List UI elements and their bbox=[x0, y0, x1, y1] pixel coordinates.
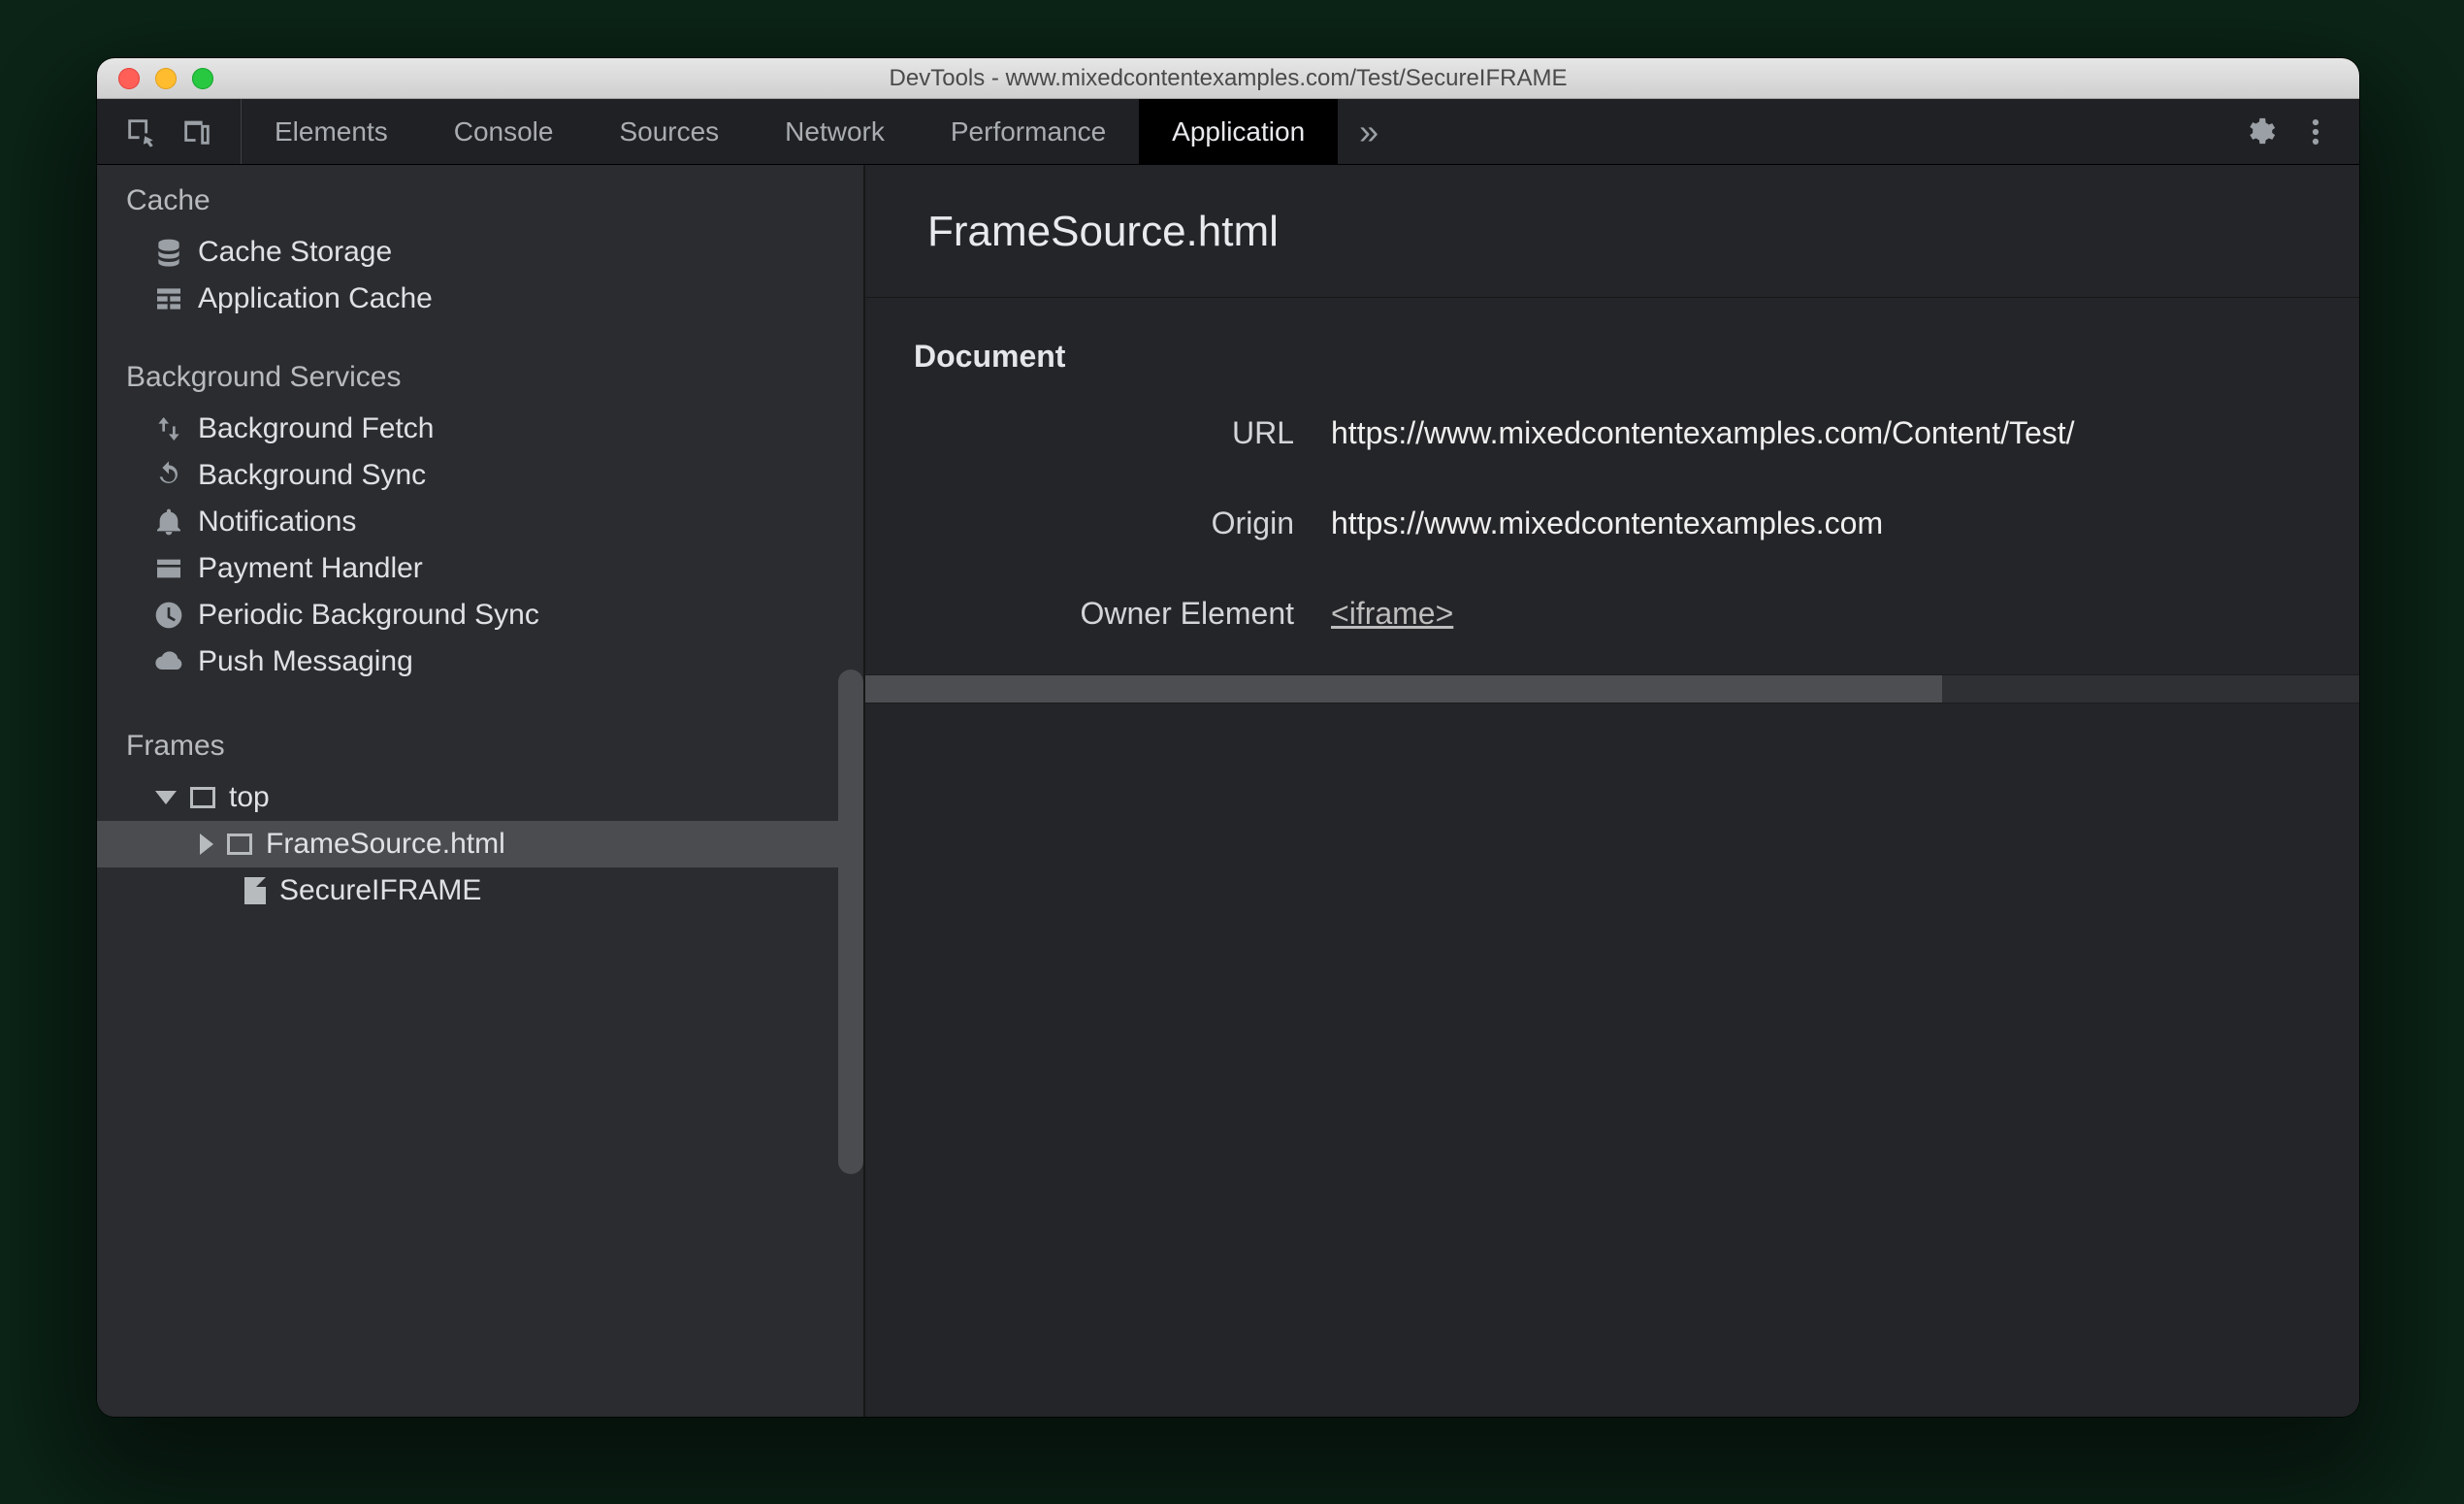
detail-header: FrameSource.html bbox=[865, 165, 2359, 298]
devtools-window: DevTools - www.mixedcontentexamples.com/… bbox=[97, 58, 2359, 1417]
horizontal-scrollbar-thumb[interactable] bbox=[865, 675, 1942, 703]
tab-console[interactable]: Console bbox=[421, 99, 587, 164]
row-url: URL https://www.mixedcontentexamples.com… bbox=[865, 404, 2359, 494]
inspect-element-icon[interactable] bbox=[124, 115, 157, 148]
section-background-services: Background Services bbox=[97, 322, 863, 406]
sidebar-item-push-messaging[interactable]: Push Messaging bbox=[97, 638, 863, 685]
detail-section-title: Document bbox=[865, 298, 2359, 404]
horizontal-scrollbar-track[interactable] bbox=[865, 674, 2359, 703]
tab-application[interactable]: Application bbox=[1139, 99, 1338, 164]
sidebar-item-payment-handler[interactable]: Payment Handler bbox=[97, 545, 863, 592]
frame-label: FrameSource.html bbox=[266, 828, 505, 861]
value-origin: https://www.mixedcontentexamples.com bbox=[1331, 506, 1883, 541]
document-icon bbox=[244, 877, 266, 904]
frame-top[interactable]: top bbox=[97, 774, 863, 821]
application-sidebar: Cache Cache Storage Application Cache Ba… bbox=[97, 165, 863, 1417]
window-title: DevTools - www.mixedcontentexamples.com/… bbox=[97, 65, 2359, 92]
sidebar-item-label: Notifications bbox=[198, 506, 356, 539]
value-url: https://www.mixedcontentexamples.com/Con… bbox=[1331, 415, 2075, 451]
database-icon bbox=[153, 237, 184, 268]
grid-icon bbox=[153, 283, 184, 314]
titlebar: DevTools - www.mixedcontentexamples.com/… bbox=[97, 58, 2359, 99]
sidebar-item-label: Push Messaging bbox=[198, 645, 413, 678]
sidebar-item-periodic-sync[interactable]: Periodic Background Sync bbox=[97, 592, 863, 638]
frame-label: top bbox=[229, 781, 270, 814]
section-frames: Frames bbox=[97, 685, 863, 774]
sidebar-item-label: Payment Handler bbox=[198, 552, 423, 585]
tab-sources[interactable]: Sources bbox=[586, 99, 752, 164]
row-owner-element: Owner Element <iframe> bbox=[865, 584, 2359, 674]
close-window-button[interactable] bbox=[118, 68, 140, 89]
value-owner-element: <iframe> bbox=[1331, 596, 1453, 632]
label-origin: Origin bbox=[865, 506, 1331, 541]
frame-detail-panel: FrameSource.html Document URL https://ww… bbox=[865, 165, 2359, 1417]
devtools-tabstrip: Elements Console Sources Network Perform… bbox=[97, 99, 2359, 165]
device-toolbar-icon[interactable] bbox=[180, 115, 213, 148]
card-icon bbox=[153, 553, 184, 584]
tabs: Elements Console Sources Network Perform… bbox=[242, 99, 1338, 164]
sidebar-item-cache-storage[interactable]: Cache Storage bbox=[97, 229, 863, 276]
panel-body: Cache Cache Storage Application Cache Ba… bbox=[97, 165, 2359, 1417]
refresh-icon bbox=[153, 460, 184, 491]
sidebar-item-notifications[interactable]: Notifications bbox=[97, 499, 863, 545]
sidebar-item-application-cache[interactable]: Application Cache bbox=[97, 276, 863, 322]
sidebar-scrollbar[interactable] bbox=[838, 670, 863, 1174]
settings-icon[interactable] bbox=[2243, 115, 2276, 148]
arrows-vertical-icon bbox=[153, 413, 184, 444]
tabs-overflow-button[interactable]: » bbox=[1338, 99, 1400, 164]
sidebar-item-background-sync[interactable]: Background Sync bbox=[97, 452, 863, 499]
cloud-icon bbox=[153, 646, 184, 677]
tab-network[interactable]: Network bbox=[752, 99, 918, 164]
sidebar-item-label: Application Cache bbox=[198, 282, 433, 315]
zoom-window-button[interactable] bbox=[192, 68, 213, 89]
sidebar-item-label: Background Sync bbox=[198, 459, 426, 492]
owner-element-link[interactable]: <iframe> bbox=[1331, 596, 1453, 631]
minimize-window-button[interactable] bbox=[155, 68, 177, 89]
window-controls bbox=[97, 68, 213, 89]
label-url: URL bbox=[865, 415, 1331, 451]
frame-secureiframe[interactable]: SecureIFRAME bbox=[97, 867, 863, 914]
section-cache: Cache bbox=[97, 165, 863, 229]
kebab-menu-icon[interactable] bbox=[2299, 115, 2332, 148]
clock-icon bbox=[153, 600, 184, 631]
frame-icon bbox=[190, 787, 215, 808]
detail-heading: FrameSource.html bbox=[927, 208, 2359, 256]
frame-framesource[interactable]: FrameSource.html bbox=[97, 821, 863, 867]
chevron-down-icon[interactable] bbox=[155, 791, 177, 804]
frame-label: SecureIFRAME bbox=[279, 874, 481, 907]
frame-icon bbox=[227, 834, 252, 855]
tab-performance[interactable]: Performance bbox=[918, 99, 1139, 164]
chevron-right-icon[interactable] bbox=[200, 834, 213, 855]
sidebar-item-background-fetch[interactable]: Background Fetch bbox=[97, 406, 863, 452]
sidebar-item-label: Periodic Background Sync bbox=[198, 599, 539, 632]
row-origin: Origin https://www.mixedcontentexamples.… bbox=[865, 494, 2359, 584]
label-owner-element: Owner Element bbox=[865, 596, 1331, 632]
bell-icon bbox=[153, 507, 184, 538]
tab-elements[interactable]: Elements bbox=[242, 99, 421, 164]
sidebar-item-label: Background Fetch bbox=[198, 412, 434, 445]
sidebar-item-label: Cache Storage bbox=[198, 236, 392, 269]
